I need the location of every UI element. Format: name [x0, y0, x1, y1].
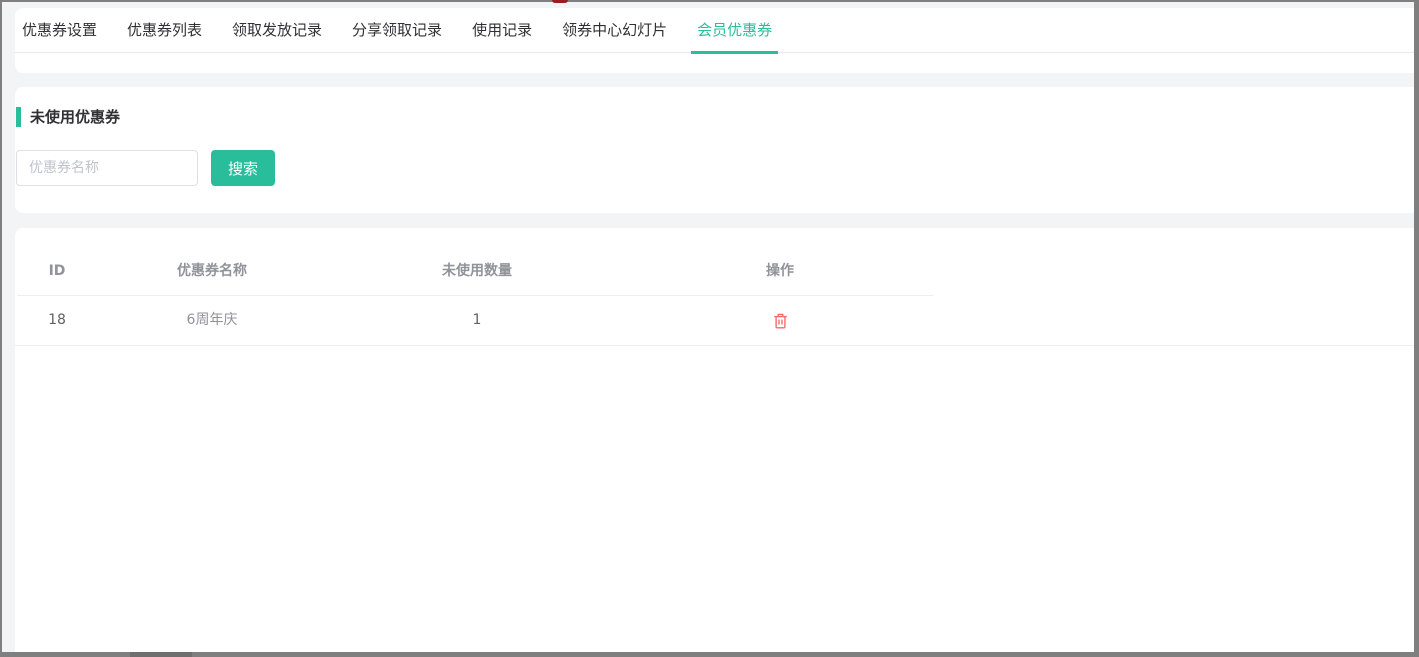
table-card: ID 优惠券名称 未使用数量 操作 18 6周年庆 1 [15, 228, 1414, 652]
cell-coupon-name: 6周年庆 [97, 296, 327, 345]
tab-claim-records[interactable]: 领取发放记录 [226, 8, 328, 53]
column-header-action: 操作 [627, 248, 933, 295]
tab-bar: 优惠券设置 优惠券列表 领取发放记录 分享领取记录 使用记录 领券中心幻灯片 会… [15, 8, 1414, 53]
tab-usage-records[interactable]: 使用记录 [466, 8, 538, 53]
tabs-card: 优惠券设置 优惠券列表 领取发放记录 分享领取记录 使用记录 领券中心幻灯片 会… [15, 8, 1414, 73]
page-background: 优惠券设置 优惠券列表 领取发放记录 分享领取记录 使用记录 领券中心幻灯片 会… [2, 2, 1414, 652]
section-header: 未使用优惠券 [16, 106, 1414, 127]
cell-unused-count: 1 [327, 296, 627, 345]
tab-coupon-list[interactable]: 优惠券列表 [121, 8, 208, 53]
coupon-name-input[interactable] [16, 150, 198, 186]
search-card: 未使用优惠券 搜索 [15, 87, 1414, 213]
cell-action [627, 296, 933, 345]
trash-icon [773, 313, 788, 329]
table-header-row: ID 优惠券名称 未使用数量 操作 [17, 248, 933, 296]
tab-member-coupons[interactable]: 会员优惠券 [691, 8, 778, 53]
tab-coupon-settings[interactable]: 优惠券设置 [16, 8, 103, 53]
cell-id: 18 [17, 296, 97, 345]
table-row: 18 6周年庆 1 [15, 296, 1414, 346]
section-title: 未使用优惠券 [30, 106, 120, 127]
tab-share-records[interactable]: 分享领取记录 [346, 8, 448, 53]
search-row: 搜索 [16, 150, 1414, 186]
window-top-red-fragment [552, 0, 568, 3]
column-header-id: ID [17, 248, 97, 295]
delete-button[interactable] [771, 311, 790, 331]
horizontal-scrollbar-thumb[interactable] [130, 652, 192, 657]
tab-coupon-center-slides[interactable]: 领券中心幻灯片 [556, 8, 673, 53]
column-header-unused: 未使用数量 [327, 248, 627, 295]
section-accent-bar [16, 107, 21, 127]
column-header-name: 优惠券名称 [97, 248, 327, 295]
search-button[interactable]: 搜索 [211, 150, 275, 186]
app-window: 优惠券设置 优惠券列表 领取发放记录 分享领取记录 使用记录 领券中心幻灯片 会… [0, 0, 1419, 657]
